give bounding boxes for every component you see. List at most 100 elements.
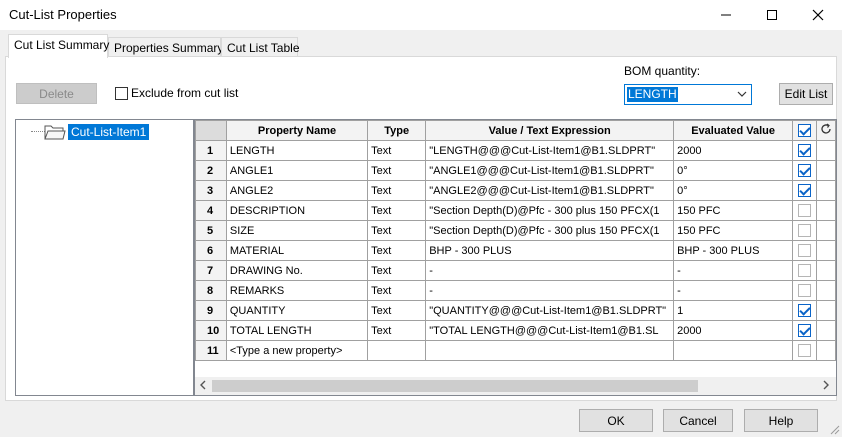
table-row[interactable]: 7 DRAWING No. Text - -: [195, 260, 836, 281]
column-header-refresh[interactable]: [815, 120, 836, 141]
minimize-button[interactable]: [703, 0, 749, 30]
cell-property-name[interactable]: ANGLE2: [225, 180, 369, 201]
cell-property-name[interactable]: ANGLE1: [225, 160, 369, 181]
cell-extra: [815, 160, 836, 181]
row-number[interactable]: 11: [195, 340, 227, 361]
cell-extra: [815, 260, 836, 281]
tab-properties-summary[interactable]: Properties Summary: [108, 37, 223, 58]
row-checkbox[interactable]: [798, 144, 812, 157]
cell-evaluated-value: 0°: [673, 160, 794, 181]
column-header-evaluated-value[interactable]: Evaluated Value: [673, 120, 794, 141]
horizontal-scrollbar[interactable]: [195, 377, 836, 395]
row-checkbox[interactable]: [798, 204, 812, 217]
cell-evaluated-value: -: [673, 260, 794, 281]
column-header-value-expression[interactable]: Value / Text Expression: [425, 120, 675, 141]
row-number[interactable]: 1: [195, 140, 227, 161]
table-row[interactable]: 2 ANGLE1 Text "ANGLE1@@@Cut-List-Item1@B1.S…: [195, 160, 836, 181]
row-checkbox[interactable]: [798, 304, 812, 317]
cell-checkbox: [792, 240, 817, 261]
scrollbar-thumb[interactable]: [212, 380, 698, 392]
cell-type[interactable]: Text: [367, 140, 427, 161]
row-number[interactable]: 7: [195, 260, 227, 281]
column-header-property-name[interactable]: Property Name: [225, 120, 369, 141]
row-checkbox[interactable]: [798, 164, 812, 177]
cell-property-name[interactable]: <Type a new property>: [225, 340, 369, 361]
cell-value-expression[interactable]: -: [425, 260, 675, 281]
table-row[interactable]: 1 LENGTH Text "LENGTH@@@Cut-List-Item1@B1.S…: [195, 140, 836, 161]
cell-value-expression[interactable]: -: [425, 280, 675, 301]
table-row[interactable]: 6 MATERIAL Text BHP - 300 PLUS BHP - 300 PLU…: [195, 240, 836, 261]
row-number[interactable]: 3: [195, 180, 227, 201]
table-row[interactable]: 3 ANGLE2 Text "ANGLE2@@@Cut-List-Item1@B1.S…: [195, 180, 836, 201]
cell-type[interactable]: [367, 340, 427, 361]
row-number[interactable]: 6: [195, 240, 227, 261]
cell-property-name[interactable]: QUANTITY: [225, 300, 369, 321]
tab-cut-list-table[interactable]: Cut List Table: [221, 37, 300, 58]
minimize-icon: [721, 14, 731, 16]
cell-property-name[interactable]: SIZE: [225, 220, 369, 241]
row-checkbox[interactable]: [798, 344, 812, 357]
cell-property-name[interactable]: TOTAL LENGTH: [225, 320, 369, 341]
cell-value-expression[interactable]: BHP - 300 PLUS: [425, 240, 675, 261]
cell-type[interactable]: Text: [367, 280, 427, 301]
tab-cut-list-summary[interactable]: Cut List Summary: [8, 34, 109, 58]
table-row[interactable]: 11 <Type a new property>: [195, 340, 836, 361]
tree-item-cut-list-item1[interactable]: Cut-List-Item1: [68, 124, 150, 140]
cell-property-name[interactable]: DESCRIPTION: [225, 200, 369, 221]
cell-evaluated-value: 2000: [673, 320, 794, 341]
cell-extra: [815, 320, 836, 341]
resize-grip-icon[interactable]: [829, 424, 840, 435]
cell-property-name[interactable]: MATERIAL: [225, 240, 369, 261]
cell-value-expression[interactable]: "Section Depth(D)@Pfc - 300 plus 150 PFC…: [425, 220, 675, 241]
cell-value-expression[interactable]: "Section Depth(D)@Pfc - 300 plus 150 PFC…: [425, 200, 675, 221]
maximize-button[interactable]: [749, 0, 795, 30]
row-checkbox[interactable]: [798, 224, 812, 237]
cell-type[interactable]: Text: [367, 320, 427, 341]
row-number[interactable]: 2: [195, 160, 227, 181]
cell-type[interactable]: Text: [367, 220, 427, 241]
grid-corner[interactable]: [195, 120, 227, 141]
close-button[interactable]: [795, 0, 841, 30]
row-checkbox[interactable]: [798, 264, 812, 277]
column-header-checkbox[interactable]: [792, 120, 817, 141]
cell-property-name[interactable]: REMARKS: [225, 280, 369, 301]
cell-type[interactable]: Text: [367, 160, 427, 181]
help-button[interactable]: Help: [744, 409, 818, 432]
cell-property-name[interactable]: DRAWING No.: [225, 260, 369, 281]
bom-quantity-select[interactable]: LENGTH: [624, 84, 752, 105]
cancel-button[interactable]: Cancel: [663, 409, 733, 432]
cell-type[interactable]: Text: [367, 200, 427, 221]
exclude-from-cut-list-checkbox[interactable]: [115, 87, 128, 100]
cell-type[interactable]: Text: [367, 180, 427, 201]
cell-property-name[interactable]: LENGTH: [225, 140, 369, 161]
delete-button[interactable]: Delete: [16, 83, 97, 104]
row-number[interactable]: 4: [195, 200, 227, 221]
row-number[interactable]: 9: [195, 300, 227, 321]
cell-value-expression[interactable]: "TOTAL LENGTH@@@Cut-List-Item1@B1.SL: [425, 320, 675, 341]
cell-type[interactable]: Text: [367, 260, 427, 281]
cell-value-expression[interactable]: "ANGLE1@@@Cut-List-Item1@B1.SLDPRT": [425, 160, 675, 181]
row-number[interactable]: 10: [195, 320, 227, 341]
cell-value-expression[interactable]: [425, 340, 675, 361]
row-checkbox[interactable]: [798, 184, 812, 197]
table-row[interactable]: 5 SIZE Text "Section Depth(D)@Pfc - 300 plu…: [195, 220, 836, 241]
row-checkbox[interactable]: [798, 324, 812, 337]
edit-list-button[interactable]: Edit List: [779, 83, 833, 105]
cell-value-expression[interactable]: "LENGTH@@@Cut-List-Item1@B1.SLDPRT": [425, 140, 675, 161]
table-row[interactable]: 4 DESCRIPTION Text "Section Depth(D)@Pfc - …: [195, 200, 836, 221]
ok-button[interactable]: OK: [579, 409, 653, 432]
cell-extra: [815, 180, 836, 201]
table-row[interactable]: 9 QUANTITY Text "QUANTITY@@@Cut-List-Item1@…: [195, 300, 836, 321]
table-row[interactable]: 10 TOTAL LENGTH Text "TOTAL LENGTH@@@Cut-Li…: [195, 320, 836, 341]
row-number[interactable]: 5: [195, 220, 227, 241]
cell-type[interactable]: Text: [367, 240, 427, 261]
row-number[interactable]: 8: [195, 280, 227, 301]
cell-value-expression[interactable]: "QUANTITY@@@Cut-List-Item1@B1.SLDPRT": [425, 300, 675, 321]
cell-value-expression[interactable]: "ANGLE2@@@Cut-List-Item1@B1.SLDPRT": [425, 180, 675, 201]
cell-type[interactable]: Text: [367, 300, 427, 321]
row-checkbox[interactable]: [798, 244, 812, 257]
row-checkbox[interactable]: [798, 284, 812, 297]
table-row[interactable]: 8 REMARKS Text - -: [195, 280, 836, 301]
column-header-type[interactable]: Type: [367, 120, 427, 141]
select-all-checkbox[interactable]: [798, 124, 812, 137]
